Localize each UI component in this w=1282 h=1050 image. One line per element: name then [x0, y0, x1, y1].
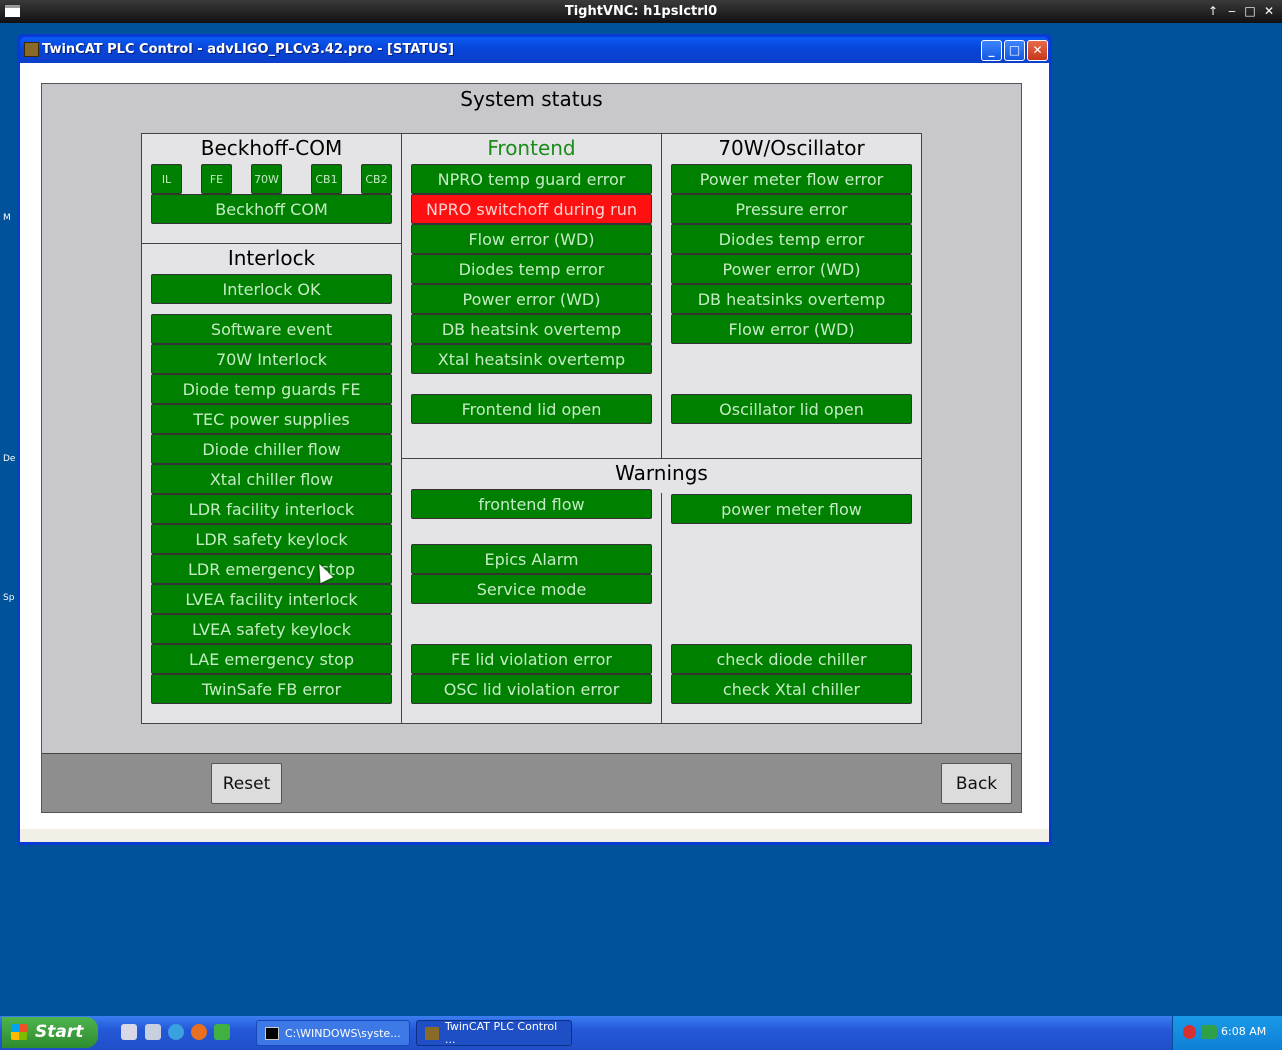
- internet-explorer-icon[interactable]: [168, 1024, 184, 1040]
- firefox-icon[interactable]: [191, 1024, 207, 1040]
- status-indicator: LAE emergency stop: [151, 644, 392, 674]
- status-indicator: LDR safety keylock: [151, 524, 392, 554]
- warnings-divider: [661, 493, 662, 724]
- system-status-panel: System status Beckhoff-COM IL FE 70W CB1…: [41, 83, 1022, 813]
- reset-button[interactable]: Reset: [211, 763, 282, 804]
- window-title-bar[interactable]: TwinCAT PLC Control - advLIGO_PLCv3.42.p…: [20, 37, 1049, 63]
- taskbar-item-label: C:\WINDOWS\syste...: [285, 1026, 401, 1040]
- maximize-button[interactable]: □: [1004, 40, 1025, 61]
- vnc-minimize-icon[interactable]: ‒: [1224, 3, 1240, 19]
- section-title: Frontend: [487, 136, 576, 160]
- twincat-window: TwinCAT PLC Control - advLIGO_PLCv3.42.p…: [17, 34, 1052, 845]
- clock: 6:08 AM: [1221, 1025, 1267, 1038]
- status-indicator-beckhoff-com: Beckhoff COM: [151, 194, 392, 224]
- status-indicator: LDR emergency stop: [151, 554, 392, 584]
- status-indicator: LDR facility interlock: [151, 494, 392, 524]
- status-indicator: Diodes temp error: [411, 254, 652, 284]
- status-indicator: Xtal chiller flow: [151, 464, 392, 494]
- start-button[interactable]: Start: [2, 1017, 98, 1048]
- cmd-icon: [265, 1026, 279, 1040]
- desktop-icon-label: Sp: [3, 593, 15, 603]
- vnc-maximize-icon[interactable]: □: [1242, 3, 1258, 19]
- vnc-close-icon[interactable]: ✕: [1261, 3, 1277, 19]
- section-title: 70W/Oscillator: [718, 136, 865, 160]
- warning-indicator: power meter flow: [671, 494, 912, 524]
- status-indicator-cb1: CB1: [311, 164, 342, 194]
- status-indicator: 70W Interlock: [151, 344, 392, 374]
- section-title: Beckhoff-COM: [200, 136, 343, 160]
- frontend-section: Frontend NPRO temp guard error NPRO swit…: [401, 133, 662, 459]
- status-indicator: TwinSafe FB error: [151, 674, 392, 704]
- taskbar-item-cmd[interactable]: C:\WINDOWS\syste...: [256, 1020, 410, 1046]
- status-indicator-fe: FE: [201, 164, 232, 194]
- security-alert-icon[interactable]: [1183, 1025, 1196, 1039]
- taskbar-item-label: TwinCAT PLC Control ...: [444, 1020, 558, 1046]
- twincat-app-icon: [24, 42, 39, 57]
- status-indicator-cb2: CB2: [361, 164, 392, 194]
- panel-footer: Reset Back: [42, 753, 1021, 812]
- status-indicator: Flow error (WD): [411, 224, 652, 254]
- status-indicator: DB heatsinks overtemp: [671, 284, 912, 314]
- desktop-icon-label: De: [3, 454, 16, 464]
- vnc-pin-icon[interactable]: ↑: [1205, 3, 1221, 19]
- status-indicator: TEC power supplies: [151, 404, 392, 434]
- recycle-icon[interactable]: [145, 1024, 161, 1040]
- section-title: Warnings: [615, 461, 708, 485]
- status-indicator-oscillator-lid: Oscillator lid open: [671, 394, 912, 424]
- status-indicator-frontend-lid: Frontend lid open: [411, 394, 652, 424]
- status-indicator: DB heatsink overtemp: [411, 314, 652, 344]
- start-label: Start: [35, 1022, 84, 1042]
- warnings-section: Warnings frontend flow power meter flow …: [401, 458, 922, 724]
- vnc-title: TightVNC: h1psIctrl0: [564, 4, 718, 19]
- status-indicator: NPRO temp guard error: [411, 164, 652, 194]
- warning-indicator: check Xtal chiller: [671, 674, 912, 704]
- status-indicator: Diodes temp error: [671, 224, 912, 254]
- vnc-title-bar: TightVNC: h1psIctrl0 ↑ ‒ □ ✕: [0, 0, 1282, 23]
- status-indicator: Pressure error: [671, 194, 912, 224]
- warning-indicator: Epics Alarm: [411, 544, 652, 574]
- taskbar: Start C:\WINDOWS\syste... TwinCAT PLC Co…: [0, 1016, 1282, 1050]
- window-client-area: System status Beckhoff-COM IL FE 70W CB1…: [20, 63, 1049, 842]
- quick-launch-app-icon[interactable]: [214, 1024, 230, 1040]
- status-indicator: LVEA safety keylock: [151, 614, 392, 644]
- network-icon[interactable]: [1201, 1025, 1217, 1039]
- status-indicator-interlock-ok: Interlock OK: [151, 274, 392, 304]
- window-title: TwinCAT PLC Control - advLIGO_PLCv3.42.p…: [42, 42, 454, 57]
- status-indicator: Power error (WD): [671, 254, 912, 284]
- oscillator-section: 70W/Oscillator Power meter flow error Pr…: [661, 133, 922, 459]
- warning-indicator: OSC lid violation error: [411, 674, 652, 704]
- status-indicator: Power error (WD): [411, 284, 652, 314]
- section-title: Interlock: [227, 246, 316, 270]
- status-indicator: Xtal heatsink overtemp: [411, 344, 652, 374]
- back-button[interactable]: Back: [941, 763, 1012, 804]
- page-title: System status: [460, 87, 603, 111]
- status-strip: [20, 829, 1049, 842]
- close-button[interactable]: ✕: [1027, 40, 1048, 61]
- status-indicator: Software event: [151, 314, 392, 344]
- status-indicator: LVEA facility interlock: [151, 584, 392, 614]
- status-indicator-alarm: NPRO switchoff during run: [411, 194, 652, 224]
- status-indicator: Flow error (WD): [671, 314, 912, 344]
- system-tray: 6:08 AM: [1172, 1016, 1282, 1050]
- interlock-section: Interlock Interlock OK Software event 70…: [141, 243, 402, 724]
- warning-indicator: check diode chiller: [671, 644, 912, 674]
- status-indicator-il: IL: [151, 164, 182, 194]
- show-desktop-icon[interactable]: [121, 1024, 137, 1040]
- twincat-icon: [425, 1026, 439, 1040]
- status-indicator-70w: 70W: [251, 164, 282, 194]
- minimize-button[interactable]: _: [981, 40, 1002, 61]
- warning-indicator: frontend flow: [411, 489, 652, 519]
- status-indicator: Diode chiller flow: [151, 434, 392, 464]
- warning-indicator: FE lid violation error: [411, 644, 652, 674]
- taskbar-item-twincat[interactable]: TwinCAT PLC Control ...: [416, 1020, 572, 1046]
- status-indicator: Diode temp guards FE: [151, 374, 392, 404]
- windows-logo-icon: [11, 1024, 27, 1040]
- beckhoff-com-section: Beckhoff-COM IL FE 70W CB1 CB2 Beckhoff …: [141, 133, 402, 244]
- warning-indicator: Service mode: [411, 574, 652, 604]
- status-indicator: Power meter flow error: [671, 164, 912, 194]
- desktop-icon-label: M: [3, 213, 11, 223]
